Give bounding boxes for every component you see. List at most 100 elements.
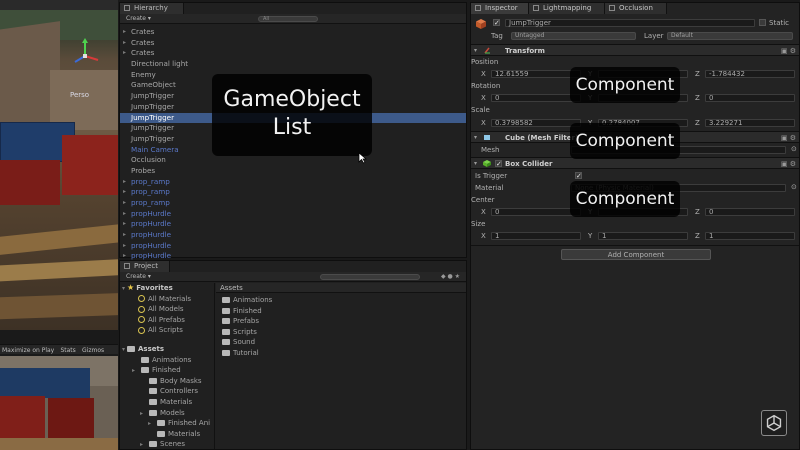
position-x-field[interactable]: 12.61559 — [491, 70, 581, 78]
hierarchy-item[interactable]: propHurdle — [120, 241, 466, 252]
folder-tree-item[interactable]: Materials — [120, 397, 214, 408]
tag-dropdown[interactable]: Untagged — [511, 32, 636, 40]
transform-header[interactable]: ▾ Transform ▣ ⚙ — [471, 44, 799, 56]
folder-icon — [222, 339, 230, 346]
position-z-field[interactable]: -1.784432 — [705, 70, 795, 78]
folder-tree-item[interactable]: ▸ Finished Ani — [120, 418, 214, 429]
active-checkbox[interactable]: ✓ — [493, 19, 500, 27]
component-settings-icon[interactable]: ▣ ⚙ — [781, 160, 796, 168]
tab-project[interactable]: Project — [120, 261, 170, 272]
component-settings-icon[interactable]: ▣ ⚙ — [781, 134, 796, 142]
size-x-field[interactable]: 1 — [491, 232, 581, 240]
project-assets-view: Assets Animations Finished Prefabs Scripts S… — [216, 283, 466, 449]
asset-item[interactable]: Animations — [222, 295, 466, 306]
maximize-on-play-toggle[interactable]: Maximize on Play — [0, 345, 56, 354]
game-crate — [0, 396, 45, 441]
object-header: ✓ JumpTrigger Static — [471, 17, 799, 29]
game-crate — [48, 398, 94, 438]
tab-label: Inspector — [485, 4, 518, 12]
tab-inspector[interactable]: Inspector — [471, 3, 529, 14]
stats-toggle[interactable]: Stats — [58, 345, 77, 354]
collider-enabled-checkbox[interactable]: ✓ — [495, 160, 502, 168]
hierarchy-item[interactable]: Directional light — [120, 59, 466, 70]
static-checkbox[interactable] — [759, 19, 766, 26]
layer-dropdown[interactable]: Default — [667, 32, 793, 40]
folder-label: Materials — [160, 397, 193, 406]
hierarchy-item[interactable]: Crates — [120, 27, 466, 38]
hierarchy-search-input[interactable]: All — [258, 16, 318, 22]
project-panel: Project Create ▾ ◆ ● ★ ▾ ★ Favorites All M… — [119, 260, 467, 450]
z-label: Z — [695, 232, 700, 240]
tab-hierarchy[interactable]: Hierarchy — [120, 3, 184, 14]
project-create-button[interactable]: Create ▾ — [126, 273, 151, 280]
hierarchy-item[interactable]: Crates — [120, 48, 466, 59]
hierarchy-item[interactable]: prop_ramp — [120, 198, 466, 209]
hierarchy-item[interactable]: Occlusion — [120, 155, 466, 166]
object-picker-icon[interactable]: ⊙ — [791, 183, 797, 191]
folder-label: Controllers — [160, 387, 199, 396]
folder-tree-item[interactable]: Body Masks — [120, 376, 214, 387]
folder-tree-item[interactable]: Animations — [120, 355, 214, 366]
folder-tree-item[interactable]: ▸ Models — [120, 408, 214, 419]
hierarchy-item[interactable]: Crates — [120, 38, 466, 49]
hierarchy-item[interactable]: propHurdle — [120, 209, 466, 220]
asset-item[interactable]: Scripts — [222, 327, 466, 338]
folder-icon — [157, 420, 165, 427]
create-label: Create — [126, 15, 146, 22]
gameobject-cube-icon — [476, 19, 486, 29]
expand-arrow-icon[interactable]: ▸ — [140, 440, 147, 450]
size-y-field[interactable]: 1 — [598, 232, 688, 240]
gizmos-dropdown[interactable]: Gizmos — [80, 345, 106, 354]
assets-header[interactable]: ▾ Assets — [120, 344, 214, 355]
asset-item[interactable]: Finished — [222, 306, 466, 317]
object-name-input[interactable]: JumpTrigger — [505, 19, 755, 27]
favorites-item-label: All Prefabs — [148, 315, 185, 324]
hierarchy-item[interactable]: prop_ramp — [120, 187, 466, 198]
rotation-z-field[interactable]: 0 — [705, 94, 795, 102]
project-filter-icons[interactable]: ◆ ● ★ — [441, 273, 460, 280]
favorites-header[interactable]: ▾ ★ Favorites — [120, 283, 214, 294]
asset-item[interactable]: Tutorial — [222, 348, 466, 359]
object-picker-icon[interactable]: ⊙ — [791, 145, 797, 153]
hierarchy-create-button[interactable]: Create ▾ — [126, 15, 151, 22]
favorites-item[interactable]: All Prefabs — [120, 315, 214, 326]
game-view[interactable] — [0, 356, 118, 450]
favorites-item[interactable]: All Scripts — [120, 325, 214, 336]
game-crate — [0, 368, 90, 398]
add-component-button[interactable]: Add Component — [561, 249, 711, 260]
asset-item[interactable]: Sound — [222, 337, 466, 348]
center-z-field[interactable]: 0 — [705, 208, 795, 216]
rotation-x-field[interactable]: 0 — [491, 94, 581, 102]
tab-label: Hierarchy — [134, 4, 168, 12]
project-search-input[interactable] — [320, 274, 420, 280]
size-z-field[interactable]: 1 — [705, 232, 795, 240]
folder-icon — [149, 377, 157, 384]
scale-z-field[interactable]: 3.229271 — [705, 119, 795, 127]
tab-lightmapping[interactable]: Lightmapping — [529, 3, 605, 14]
hierarchy-item[interactable]: propHurdle — [120, 230, 466, 241]
folder-tree-item[interactable]: ▸ Finished — [120, 365, 214, 376]
scale-x-field[interactable]: 0.3798582 — [491, 119, 581, 127]
favorites-label: Favorites — [136, 284, 173, 292]
folder-tree-item[interactable]: Materials — [120, 429, 214, 440]
hierarchy-item[interactable]: prop_ramp — [120, 177, 466, 188]
hierarchy-item[interactable]: Probes — [120, 166, 466, 177]
folder-tree-item[interactable]: Controllers — [120, 386, 214, 397]
scene-view[interactable]: Perso — [0, 0, 118, 330]
favorites-item[interactable]: All Models — [120, 304, 214, 315]
hierarchy-item[interactable]: propHurdle — [120, 219, 466, 230]
asset-item[interactable]: Prefabs — [222, 316, 466, 327]
is-trigger-checkbox[interactable]: ✓ — [575, 172, 582, 180]
scene-building — [50, 70, 118, 130]
move-gizmo-icon[interactable] — [70, 38, 100, 68]
tab-occlusion[interactable]: Occlusion — [605, 3, 667, 14]
tab-label: Occlusion — [619, 4, 653, 12]
center-x-field[interactable]: 0 — [491, 208, 581, 216]
assets-breadcrumb[interactable]: Assets — [216, 283, 466, 293]
inspector-icon — [475, 5, 481, 11]
favorites-item[interactable]: All Materials — [120, 294, 214, 305]
asset-label: Scripts — [233, 327, 257, 336]
lightmapping-icon — [533, 5, 539, 11]
folder-tree-item[interactable]: ▸ Scenes — [120, 439, 214, 450]
component-settings-icon[interactable]: ▣ ⚙ — [781, 47, 796, 55]
